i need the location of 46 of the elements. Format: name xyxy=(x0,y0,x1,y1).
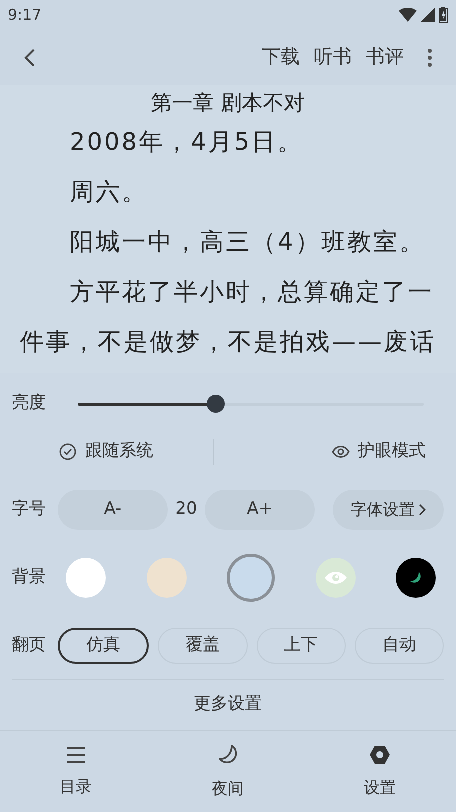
page-turn-option[interactable]: 上下 xyxy=(256,628,346,664)
background-swatch[interactable] xyxy=(66,558,106,598)
font-settings-button[interactable]: 字体设置 xyxy=(333,490,444,530)
paragraph: 阳城一中，高三（4）班教室。 xyxy=(69,227,426,258)
eye-icon xyxy=(324,571,348,585)
paragraph: 2008年，4月5日。 xyxy=(69,127,305,158)
more-icon xyxy=(428,48,432,66)
eye-mode-button[interactable]: 护眼模式 xyxy=(214,439,456,465)
battery-icon xyxy=(439,7,448,23)
increase-font-button[interactable]: A+ xyxy=(205,490,315,530)
status-time: 9:17 xyxy=(8,4,42,26)
check-circle-icon xyxy=(59,443,78,461)
background-swatch[interactable] xyxy=(396,558,436,598)
page-turn-option[interactable]: 自动 xyxy=(354,628,444,664)
font-size-label: 字号 xyxy=(12,498,47,522)
wifi-icon xyxy=(399,8,417,22)
settings-icon xyxy=(369,744,391,766)
bottom-nav-item[interactable]: 设置 xyxy=(304,731,456,812)
chapter-title: 第一章 剧本不对 xyxy=(150,90,306,117)
paragraph: 方平花了半小时，总算确定了一件事，不是做梦，不是拍戏——废话 xyxy=(20,277,436,358)
page-turn-option[interactable]: 覆盖 xyxy=(158,628,248,664)
bottom-nav-item[interactable]: 目录 xyxy=(0,731,152,812)
toolbar-action[interactable]: 听书 xyxy=(314,43,352,72)
background-label: 背景 xyxy=(12,566,47,590)
follow-system-button[interactable]: 跟随系统 xyxy=(0,439,212,465)
moon-icon xyxy=(408,570,424,586)
toolbar-action[interactable]: 下载 xyxy=(262,43,300,72)
page-turn-label: 翻页 xyxy=(12,634,47,658)
background-swatch[interactable] xyxy=(227,554,275,602)
brightness-slider[interactable] xyxy=(78,394,424,414)
menu-icon xyxy=(65,744,87,764)
eye-icon xyxy=(332,445,350,459)
paragraph: 周六。 xyxy=(69,177,149,208)
page-turn-option[interactable]: 仿真 xyxy=(58,628,150,664)
font-size-value: 20 xyxy=(174,498,198,522)
brightness-label: 亮度 xyxy=(12,392,47,416)
moon-icon xyxy=(216,742,240,766)
chevron-right-icon xyxy=(419,504,426,516)
decrease-font-button[interactable]: A- xyxy=(58,490,168,530)
bottom-nav-item[interactable]: 夜间 xyxy=(152,731,304,812)
background-swatch[interactable] xyxy=(146,558,186,598)
toolbar-action[interactable]: 书评 xyxy=(366,43,404,72)
back-icon xyxy=(24,48,36,68)
signal-icon xyxy=(421,8,435,22)
background-swatch[interactable] xyxy=(316,558,356,598)
more-settings-button[interactable]: 更多设置 xyxy=(0,680,456,730)
